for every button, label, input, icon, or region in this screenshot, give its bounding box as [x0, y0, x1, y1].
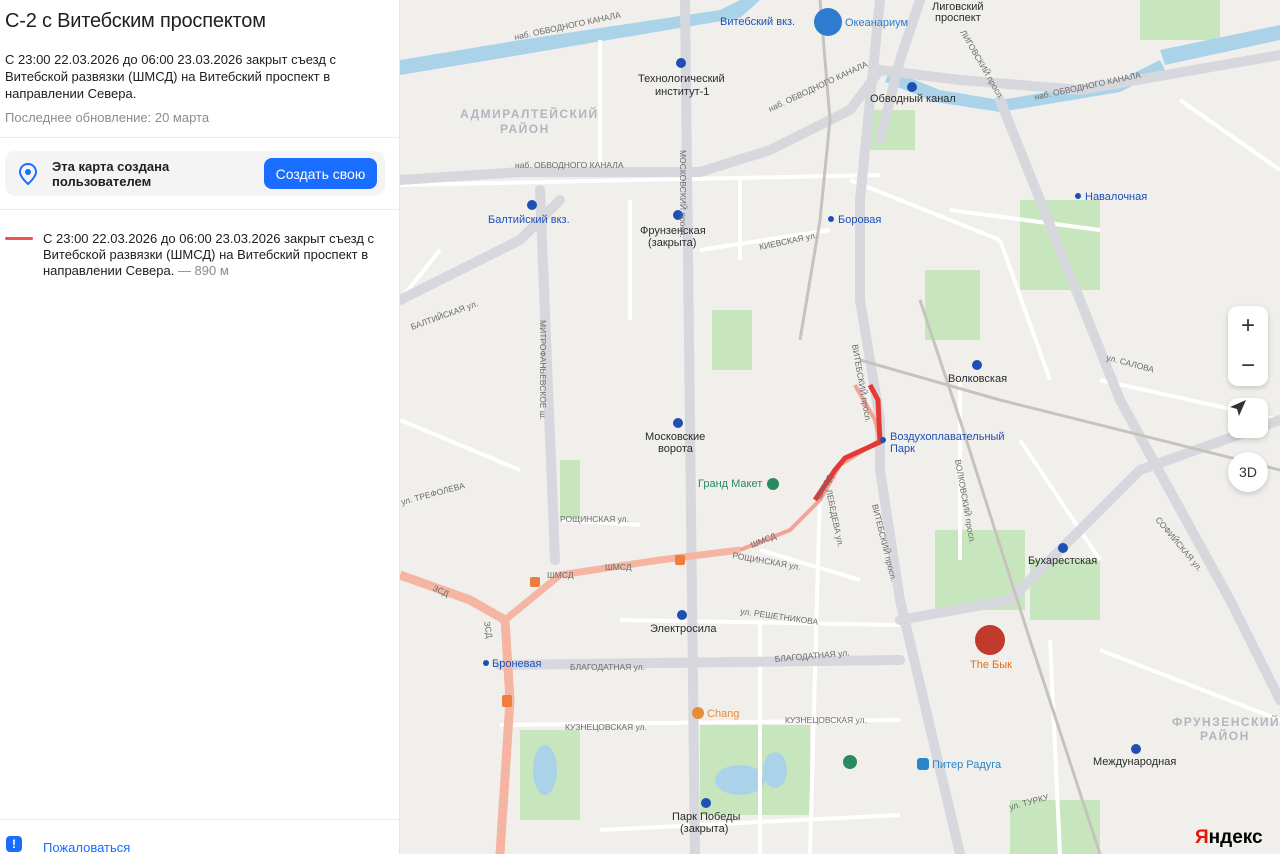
map-canvas[interactable]: АДМИРАЛТЕЙСКИЙ РАЙОН ФРУНЗЕНСКИЙ РАЙОН В… — [400, 0, 1280, 854]
station-dot — [828, 216, 834, 222]
metro-icon — [972, 360, 982, 370]
divider — [0, 209, 400, 210]
station-dot — [483, 660, 489, 666]
creator-card: Эта карта создана пользователем Создать … — [5, 151, 385, 196]
street-label: наб. ОБВОДНОГО КАНАЛА — [515, 160, 624, 170]
street-label: ШМСД — [605, 562, 632, 572]
metro-icon — [1131, 744, 1141, 754]
metro-label: Электросила — [650, 623, 717, 635]
metro-label: институт-1 — [655, 86, 709, 98]
metro-label: Витебский вкз. — [720, 16, 795, 28]
geolocation-button[interactable] — [1228, 398, 1268, 438]
poi-label: The Бык — [970, 659, 1012, 671]
metro-label: ворота — [658, 443, 694, 455]
aquarium-icon — [814, 8, 842, 36]
street-label: БЛАГОДАТНАЯ ул. — [570, 662, 645, 672]
create-map-button[interactable]: Создать свою — [264, 158, 377, 189]
station-dot — [880, 437, 886, 443]
metro-label: (закрыта) — [680, 823, 728, 835]
metro-label: Навалочная — [1085, 191, 1147, 203]
street-label: БАЛТИЙСКАЯ ул. — [409, 297, 479, 332]
map-svg[interactable]: АДМИРАЛТЕЙСКИЙ РАЙОН ФРУНЗЕНСКИЙ РАЙОН В… — [400, 0, 1280, 854]
street-label: КУЗНЕЦОВСКАЯ ул. — [565, 722, 647, 732]
fuel-icon — [530, 577, 540, 587]
fuel-icon — [675, 555, 685, 565]
street-label: МИТРОФАНЬЕВСКОЕ ш. — [538, 320, 548, 420]
creator-note: Эта карта создана пользователем — [52, 159, 170, 189]
metro-icon — [907, 82, 917, 92]
district-label: РАЙОН — [500, 121, 550, 136]
metro-label: Балтийский вкз. — [488, 214, 570, 226]
poi-label: Океанариум — [845, 17, 908, 29]
page-title: С-2 с Витебским проспектом — [5, 10, 266, 32]
zoom-control: + − — [1228, 306, 1268, 386]
zoom-out-button[interactable]: − — [1228, 346, 1268, 386]
sidebar: С-2 с Витебским проспектом С 23:00 22.03… — [0, 0, 400, 855]
station-dot — [1075, 193, 1081, 199]
street-label: КИЕВСКАЯ ул. — [758, 230, 818, 252]
metro-icon — [1058, 543, 1068, 553]
metro-label: Боровая — [838, 214, 881, 226]
route-approach — [739, 384, 883, 552]
divider — [0, 819, 400, 820]
zsd-highway — [400, 570, 515, 854]
3d-button[interactable]: 3D — [1228, 452, 1268, 492]
metro-icon — [677, 610, 687, 620]
route-distance: — 890 м — [174, 263, 229, 278]
district-label: ФРУНЗЕНСКИЙ — [1172, 714, 1280, 729]
map-pin-icon — [18, 162, 38, 186]
location-arrow-icon — [1230, 400, 1246, 416]
poi-labels[interactable]: Океанариум Гранд Макет The Бык Chang Пит… — [502, 8, 1012, 771]
metro-icon — [527, 200, 537, 210]
metro-label: Фрунзенская — [640, 225, 706, 237]
street-label: ЗСД — [482, 621, 495, 639]
metro-label: Обводный канал — [870, 93, 956, 105]
metro-label: Парк — [890, 443, 915, 455]
street-label: ШМСД — [547, 570, 574, 580]
last-updated: Последнее обновление: 20 марта — [5, 110, 210, 125]
metro-icon — [701, 798, 711, 808]
street-label: КУЗНЕЦОВСКАЯ ул. — [785, 715, 867, 725]
street-label: ШМСД — [749, 531, 778, 550]
divider — [0, 137, 400, 138]
metro-icon — [673, 418, 683, 428]
zoom-in-button[interactable]: + — [1228, 306, 1268, 346]
metro-label: Бухарестская — [1028, 555, 1097, 567]
map-description: С 23:00 22.03.2026 до 06:00 23.03.2026 з… — [5, 52, 337, 101]
route-description: С 23:00 22.03.2026 до 06:00 23.03.2026 з… — [43, 231, 388, 279]
park-icon — [843, 755, 857, 769]
district-labels: АДМИРАЛТЕЙСКИЙ РАЙОН ФРУНЗЕНСКИЙ РАЙОН — [460, 106, 1280, 743]
metro-label: Воздухоплавательный — [890, 431, 1005, 443]
metro-label: (закрыта) — [648, 237, 696, 249]
metro-label: Московские — [645, 431, 705, 443]
metro-label: Международная — [1093, 756, 1176, 768]
metro-label: Волковская — [948, 373, 1007, 385]
route-color-swatch — [5, 237, 33, 240]
poi-label: Гранд Макет — [698, 478, 762, 490]
street-label: ЛЕБЕДЕВА ул. — [824, 488, 846, 548]
district-label: АДМИРАЛТЕЙСКИЙ — [460, 106, 599, 121]
metro-icon — [676, 58, 686, 68]
street-label: РОЩИНСКАЯ ул. — [560, 514, 629, 524]
street-label: МОСКОВСКИЙ просп. — [678, 150, 689, 238]
metro-label: Парк Победы — [672, 811, 741, 823]
fuel-icon — [502, 695, 512, 707]
shop-icon — [917, 758, 929, 770]
metro-label: Броневая — [492, 658, 541, 670]
street-label: ул. ТРЕФОЛЕВА — [400, 480, 466, 507]
restaurant-photo-icon — [975, 625, 1005, 655]
poi-label: Питер Радуга — [932, 759, 1002, 771]
metro-label: проспект — [935, 12, 981, 24]
yandex-logo: Яндекс — [1195, 827, 1263, 848]
warning-icon: ! — [6, 836, 22, 852]
shmsd-highway — [502, 546, 741, 623]
street-label: ЛИГОВСКИЙ просп. — [958, 28, 1007, 102]
district-label: РАЙОН — [1200, 728, 1250, 743]
cafe-icon — [692, 707, 704, 719]
poi-label: Chang — [707, 708, 739, 720]
metro-label: Технологический — [638, 73, 725, 85]
complain-label[interactable]: Пожаловаться — [43, 840, 130, 855]
museum-icon — [767, 478, 779, 490]
